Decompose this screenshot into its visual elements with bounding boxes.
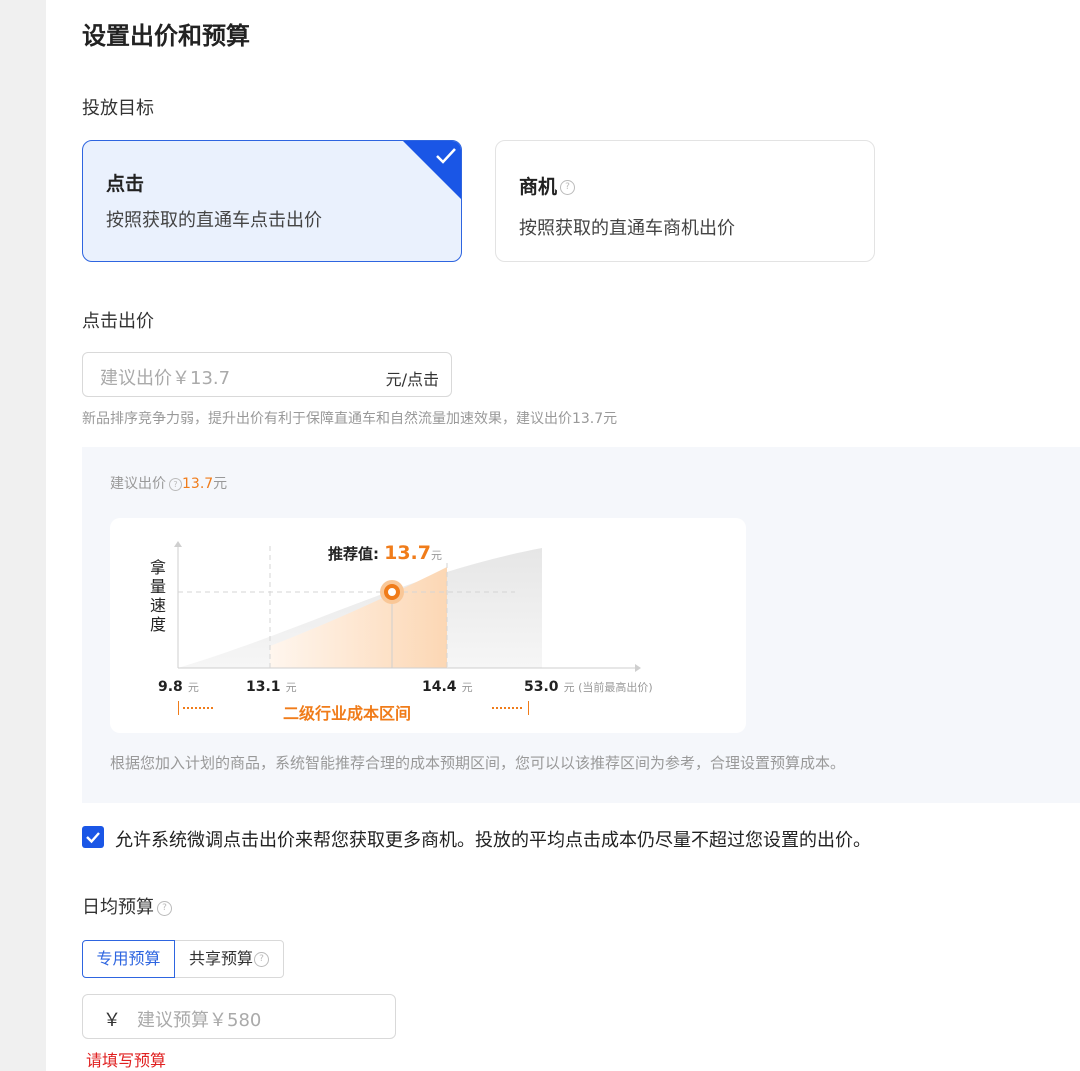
bid-input[interactable]: 建议出价￥13.7 元/点击 — [82, 352, 452, 397]
suggest-prefix: 建议出价 — [110, 476, 166, 492]
y-axis-arrow — [174, 541, 182, 547]
range-label: 二级行业成本区间 — [283, 704, 412, 723]
goal-card-click[interactable]: 点击 按照获取的直通车点击出价 — [82, 140, 462, 262]
recommend-point — [384, 584, 400, 600]
tick-label: 53.0 元 (当前最高出价) — [524, 679, 653, 695]
x-axis-arrow — [635, 664, 641, 672]
recommend-unit: 元 — [430, 549, 442, 562]
allow-adjust-checkbox[interactable] — [82, 826, 104, 848]
range-left-bracket — [178, 701, 217, 715]
allow-adjust-text: 允许系统微调点击出价来帮您获取更多商机。投放的平均点击成本仍尽量不超过您设置的出… — [115, 830, 871, 851]
bid-label: 点击出价 — [82, 311, 154, 332]
suggest-row: 建议出价? 13.7元 — [110, 473, 227, 493]
tab-shared-budget[interactable]: 共享预算? — [174, 940, 284, 978]
help-icon[interactable]: ? — [157, 900, 172, 916]
tab-dedicated-budget[interactable]: 专用预算 — [82, 940, 175, 978]
left-sidebar-strip — [0, 0, 46, 1071]
budget-input-placeholder: 建议预算￥580 — [137, 1010, 262, 1031]
goal-card-lead-title: 商机 — [519, 176, 558, 198]
currency-symbol: ￥ — [103, 1010, 121, 1031]
suggest-unit: 元 — [213, 476, 228, 492]
recommend-label-row: 推荐值: 13.7元 — [328, 542, 442, 564]
help-icon[interactable]: ? — [254, 952, 269, 967]
goal-label: 投放目标 — [82, 98, 154, 119]
budget-input[interactable]: ￥ 建议预算￥580 — [82, 994, 396, 1039]
bid-unit: 元/点击 — [385, 370, 439, 389]
page-title: 设置出价和预算 — [82, 22, 250, 50]
suggest-footer: 根据您加入计划的商品，系统智能推荐合理的成本预期区间，您可以以该推荐区间为参考，… — [110, 754, 846, 772]
goal-card-click-title: 点击 — [106, 173, 145, 195]
range-right-bracket — [490, 701, 529, 715]
help-icon[interactable]: ? — [560, 180, 576, 195]
tick-label: 14.4 元 — [422, 679, 473, 695]
budget-error: 请填写预算 — [86, 1051, 167, 1070]
goal-card-click-desc: 按照获取的直通车点击出价 — [106, 210, 322, 231]
recommend-label: 推荐值: — [328, 545, 379, 563]
suggest-value: 13.7 — [182, 476, 214, 492]
check-icon — [436, 148, 456, 164]
goal-card-lead-desc: 按照获取的直通车商机出价 — [519, 218, 735, 239]
budget-label-row: 日均预算? — [82, 893, 172, 919]
bid-chart-card: 拿量速度 推荐值: 13.7元 9.8 元 13.1 元 14.4 元 53.0… — [110, 518, 746, 733]
orange-area — [270, 567, 447, 668]
recommend-value: 13.7 — [384, 542, 431, 564]
goal-card-lead-title-row: 商机? — [519, 172, 576, 199]
check-icon — [86, 832, 100, 844]
chart-ylabel: 拿量速度 — [150, 558, 167, 634]
budget-label: 日均预算 — [82, 897, 154, 918]
bid-hint: 新品排序竞争力弱，提升出价有利于保障直通车和自然流量加速效果，建议出价13.7元 — [82, 411, 618, 427]
tick-label: 9.8 元 — [158, 679, 199, 695]
tab-shared-budget-label: 共享预算 — [188, 949, 253, 968]
bid-input-placeholder: 建议出价￥13.7 — [100, 368, 231, 389]
goal-card-lead[interactable]: 商机? 按照获取的直通车商机出价 — [495, 140, 875, 262]
help-icon[interactable]: ? — [169, 477, 182, 491]
tick-label: 13.1 元 — [246, 679, 297, 695]
